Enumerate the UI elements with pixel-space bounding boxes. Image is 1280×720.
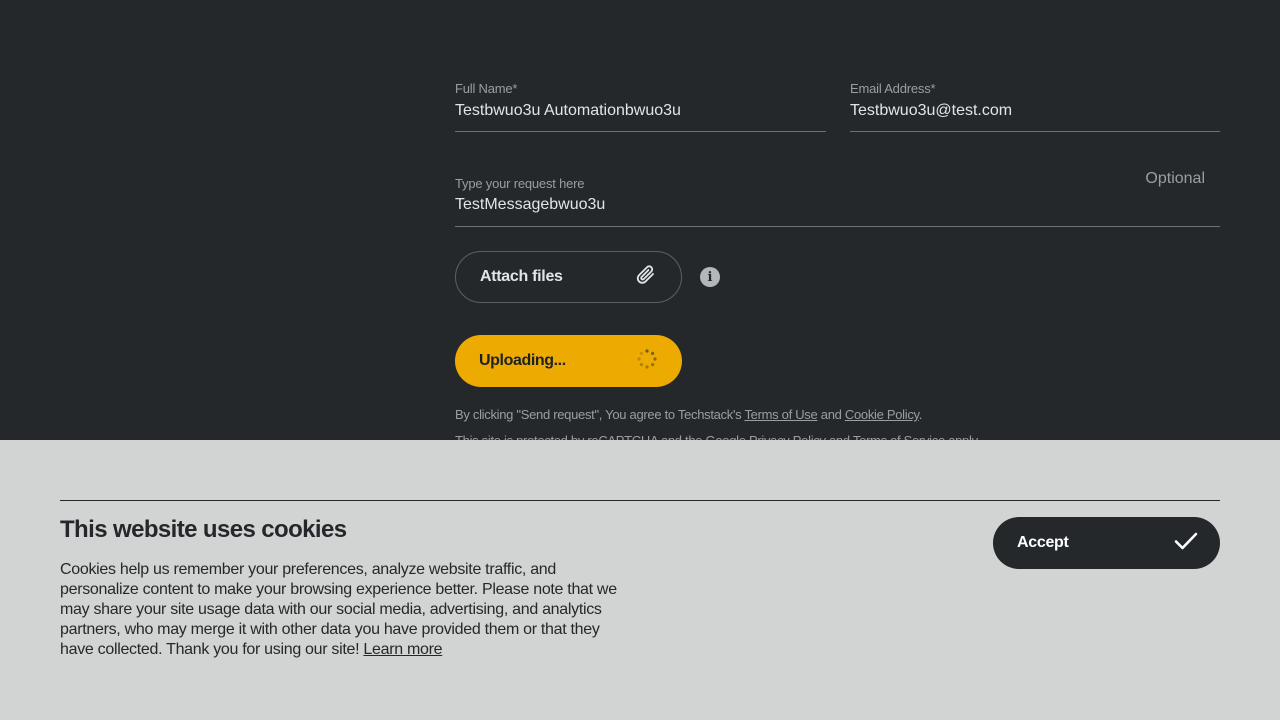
cookie-banner: This website uses cookies Cookies help u… — [0, 440, 1280, 720]
cookie-divider — [60, 500, 1220, 501]
email-label: Email Address* — [850, 81, 936, 96]
send-request-button[interactable]: Uploading... — [455, 335, 682, 387]
request-input[interactable]: TestMessagebwuo3u — [455, 196, 605, 214]
checkmark-icon — [1174, 531, 1198, 556]
send-request-label: Uploading... — [479, 352, 566, 369]
email-input[interactable]: Testbwuo3u@test.com — [850, 102, 1012, 120]
cookie-description: Cookies help us remember your preference… — [60, 560, 635, 660]
accept-label: Accept — [1017, 534, 1069, 551]
full-name-label: Full Name* — [455, 81, 518, 96]
spinner-icon — [636, 348, 658, 375]
email-field[interactable]: Email Address* Testbwuo3u@test.com — [850, 81, 1220, 132]
info-icon[interactable]: i — [700, 267, 720, 287]
terms-of-use-link[interactable]: Terms of Use — [744, 407, 817, 422]
terms-notice-text: By clicking "Send request", You agree to… — [455, 407, 745, 422]
cookie-description-text: Cookies help us remember your preference… — [60, 561, 617, 658]
attach-files-label: Attach files — [480, 268, 563, 285]
terms-notice-period: . — [918, 407, 923, 422]
cookie-policy-link[interactable]: Cookie Policy — [845, 407, 919, 422]
learn-more-link[interactable]: Learn more — [363, 641, 442, 658]
attach-files-button[interactable]: Attach files — [455, 251, 682, 303]
terms-notice-and: and — [817, 407, 845, 422]
full-name-field[interactable]: Full Name* Testbwuo3u Automationbwuo3u — [455, 81, 826, 132]
request-label: Type your request here — [455, 176, 585, 191]
optional-label: Optional — [1145, 170, 1205, 187]
accept-cookies-button[interactable]: Accept — [993, 517, 1220, 569]
cookie-title: This website uses cookies — [60, 516, 347, 543]
terms-notice: By clicking "Send request", You agree to… — [455, 407, 922, 422]
request-field[interactable]: Type your request here TestMessagebwuo3u… — [455, 170, 1220, 227]
full-name-input[interactable]: Testbwuo3u Automationbwuo3u — [455, 102, 681, 120]
paperclip-icon — [635, 263, 657, 292]
